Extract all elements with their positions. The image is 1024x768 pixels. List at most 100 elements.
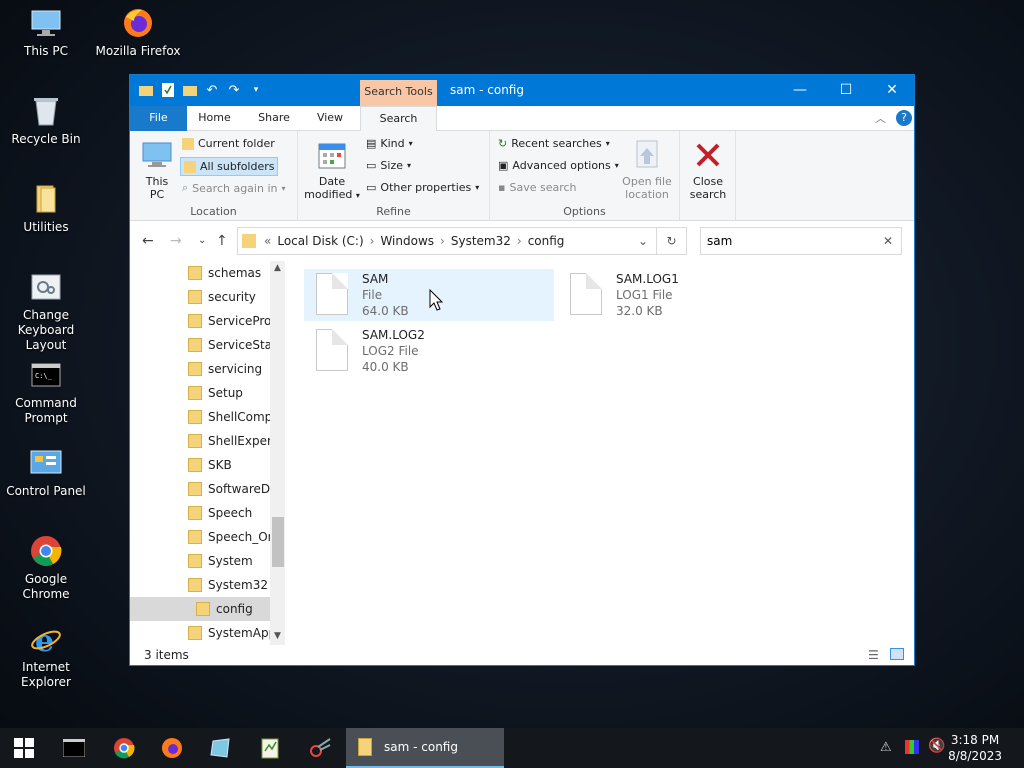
search-input[interactable]: sam ✕	[700, 227, 902, 255]
file-item[interactable]: SAM.LOG1 LOG1 File 32.0 KB	[558, 269, 808, 321]
folder-icon	[182, 137, 194, 150]
tree-item[interactable]: security	[130, 285, 270, 309]
tree-item[interactable]: ShellCompo	[130, 405, 270, 429]
properties-icon[interactable]	[160, 82, 176, 98]
recent-locations-icon[interactable]: ⌄	[198, 235, 206, 246]
folder-icon	[188, 266, 202, 280]
taskbar-snipping-icon[interactable]	[300, 732, 340, 764]
new-folder-icon[interactable]	[182, 82, 198, 98]
taskbar-app-icon[interactable]	[200, 732, 240, 764]
tree-scrollbar[interactable]: ▲ ▼	[270, 261, 285, 645]
start-button[interactable]	[4, 732, 44, 764]
tree-item[interactable]: servicing	[130, 357, 270, 381]
this-pc-button[interactable]: This PC	[140, 139, 174, 201]
kind-button[interactable]: ▤ Kind ▾	[366, 137, 413, 150]
scroll-thumb[interactable]	[272, 517, 284, 567]
tree-item[interactable]: Speech_One	[130, 525, 270, 549]
desktop-icon-recycle-bin[interactable]: Recycle Bin	[0, 94, 92, 147]
tree-item[interactable]: ServiceState	[130, 333, 270, 357]
forward-icon[interactable]: →	[170, 233, 182, 249]
colorful-tray-icon[interactable]	[905, 740, 919, 754]
date-modified-button[interactable]: Date modified ▾	[302, 139, 362, 202]
tree-item[interactable]: System32	[130, 573, 270, 597]
details-view-icon[interactable]: ☰	[868, 645, 879, 665]
search-again-in-button[interactable]: ⌕ Search again in ▾	[182, 181, 286, 195]
network-warning-icon[interactable]: ⚠	[880, 740, 892, 755]
tree-item[interactable]: ShellExperie	[130, 429, 270, 453]
clock[interactable]: 3:18 PM 8/8/2023	[948, 732, 1002, 764]
tree-item-selected[interactable]: config	[130, 597, 270, 621]
tab-search[interactable]: Search	[360, 106, 437, 132]
tree-item-label: Setup	[208, 386, 243, 400]
folder-icon[interactable]	[138, 82, 154, 98]
current-folder-button[interactable]: Current folder	[182, 137, 275, 150]
tree-item[interactable]: SoftwareDis	[130, 477, 270, 501]
tree-item[interactable]: Speech	[130, 501, 270, 525]
chevron-down-icon[interactable]: ⌄	[638, 234, 648, 248]
chrome-icon	[29, 534, 63, 568]
taskbar-chrome-icon[interactable]	[104, 732, 144, 764]
large-icons-view-icon[interactable]	[890, 648, 904, 660]
breadcrumb-windows[interactable]: Windows	[380, 234, 434, 248]
up-icon[interactable]: ↑	[216, 233, 228, 249]
tree-item-label: servicing	[208, 362, 263, 376]
undo-icon[interactable]: ↶	[204, 82, 220, 98]
taskbar-explorer-window[interactable]: sam - config	[346, 728, 504, 768]
ribbon-collapse-icon[interactable]: ︿	[875, 110, 886, 126]
advanced-options-button[interactable]: ▣ Advanced options ▾	[498, 159, 619, 172]
scroll-up-icon[interactable]: ▲	[274, 263, 281, 273]
size-button[interactable]: ▭ Size ▾	[366, 159, 411, 172]
customize-qat-icon[interactable]: ▾	[248, 82, 264, 98]
desktop-icon-utilities[interactable]: Utilities	[0, 182, 92, 235]
taskbar-firefox-icon[interactable]	[152, 732, 192, 764]
desktop-icon-label: Command Prompt	[15, 396, 77, 425]
desktop-icon-keyboard-layout[interactable]: Change Keyboard Layout	[0, 270, 92, 353]
maximize-button[interactable]: ☐	[823, 75, 869, 105]
breadcrumb-config[interactable]: config	[528, 234, 565, 248]
breadcrumb-system32[interactable]: System32	[451, 234, 511, 248]
chevron-down-icon: ▾	[475, 183, 480, 192]
minimize-button[interactable]: —	[777, 75, 823, 105]
tree-item[interactable]: ServiceProfi	[130, 309, 270, 333]
file-item[interactable]: SAM.LOG2 LOG2 File 40.0 KB	[304, 325, 554, 377]
tab-view[interactable]: View	[305, 106, 355, 131]
close-button[interactable]: ✕	[869, 75, 915, 105]
other-properties-label: Other properties	[380, 181, 472, 194]
taskbar-cmd-icon[interactable]	[54, 732, 94, 764]
help-icon[interactable]: ?	[896, 110, 912, 126]
tab-file[interactable]: File	[130, 106, 187, 131]
save-search-button[interactable]: ▪ Save search	[498, 181, 577, 194]
tree-item[interactable]: SystemApps	[130, 621, 270, 645]
desktop-icon-firefox[interactable]: Mozilla Firefox	[92, 6, 184, 59]
title-bar[interactable]: ↶ ↷ ▾ Search Tools sam - config — ☐ ✕	[130, 75, 914, 106]
taskbar-notepad-icon[interactable]	[250, 732, 290, 764]
tab-home[interactable]: Home	[187, 106, 242, 131]
tree-item-label: SystemApps	[208, 626, 270, 640]
close-search-button[interactable]: Close search	[683, 139, 733, 201]
back-icon[interactable]: ←	[142, 233, 154, 249]
file-type: LOG2 File	[362, 344, 419, 358]
clear-search-icon[interactable]: ✕	[883, 234, 893, 248]
other-properties-button[interactable]: ▭ Other properties ▾	[366, 181, 479, 194]
volume-muted-icon[interactable]: 🔇	[928, 738, 945, 754]
address-overflow[interactable]: «	[264, 234, 271, 248]
tab-share[interactable]: Share	[245, 106, 303, 131]
open-file-location-button[interactable]: Open file location	[618, 139, 676, 201]
breadcrumb-local-disk[interactable]: Local Disk (C:)	[277, 234, 363, 248]
recent-searches-button[interactable]: ↻ Recent searches ▾	[498, 137, 610, 150]
address-bar[interactable]: « Local Disk (C:) › Windows › System32 ›…	[237, 227, 657, 255]
desktop-icon-chrome[interactable]: Google Chrome	[0, 534, 92, 602]
refine-group-label: Refine	[376, 205, 411, 218]
tree-item[interactable]: SKB	[130, 453, 270, 477]
tree-item[interactable]: System	[130, 549, 270, 573]
scroll-down-icon[interactable]: ▼	[274, 631, 281, 641]
refresh-button[interactable]: ↻	[657, 227, 687, 255]
all-subfolders-button[interactable]: All subfolders	[180, 157, 279, 176]
tree-item[interactable]: Setup	[130, 381, 270, 405]
tree-item[interactable]: schemas	[130, 261, 270, 285]
desktop-icon-cmd[interactable]: C:\_ Command Prompt	[0, 358, 92, 426]
desktop-icon-control-panel[interactable]: Control Panel	[0, 446, 92, 499]
desktop-icon-ie[interactable]: e Internet Explorer	[0, 622, 92, 690]
redo-icon[interactable]: ↷	[226, 82, 242, 98]
desktop-icon-this-pc[interactable]: This PC	[0, 6, 92, 59]
